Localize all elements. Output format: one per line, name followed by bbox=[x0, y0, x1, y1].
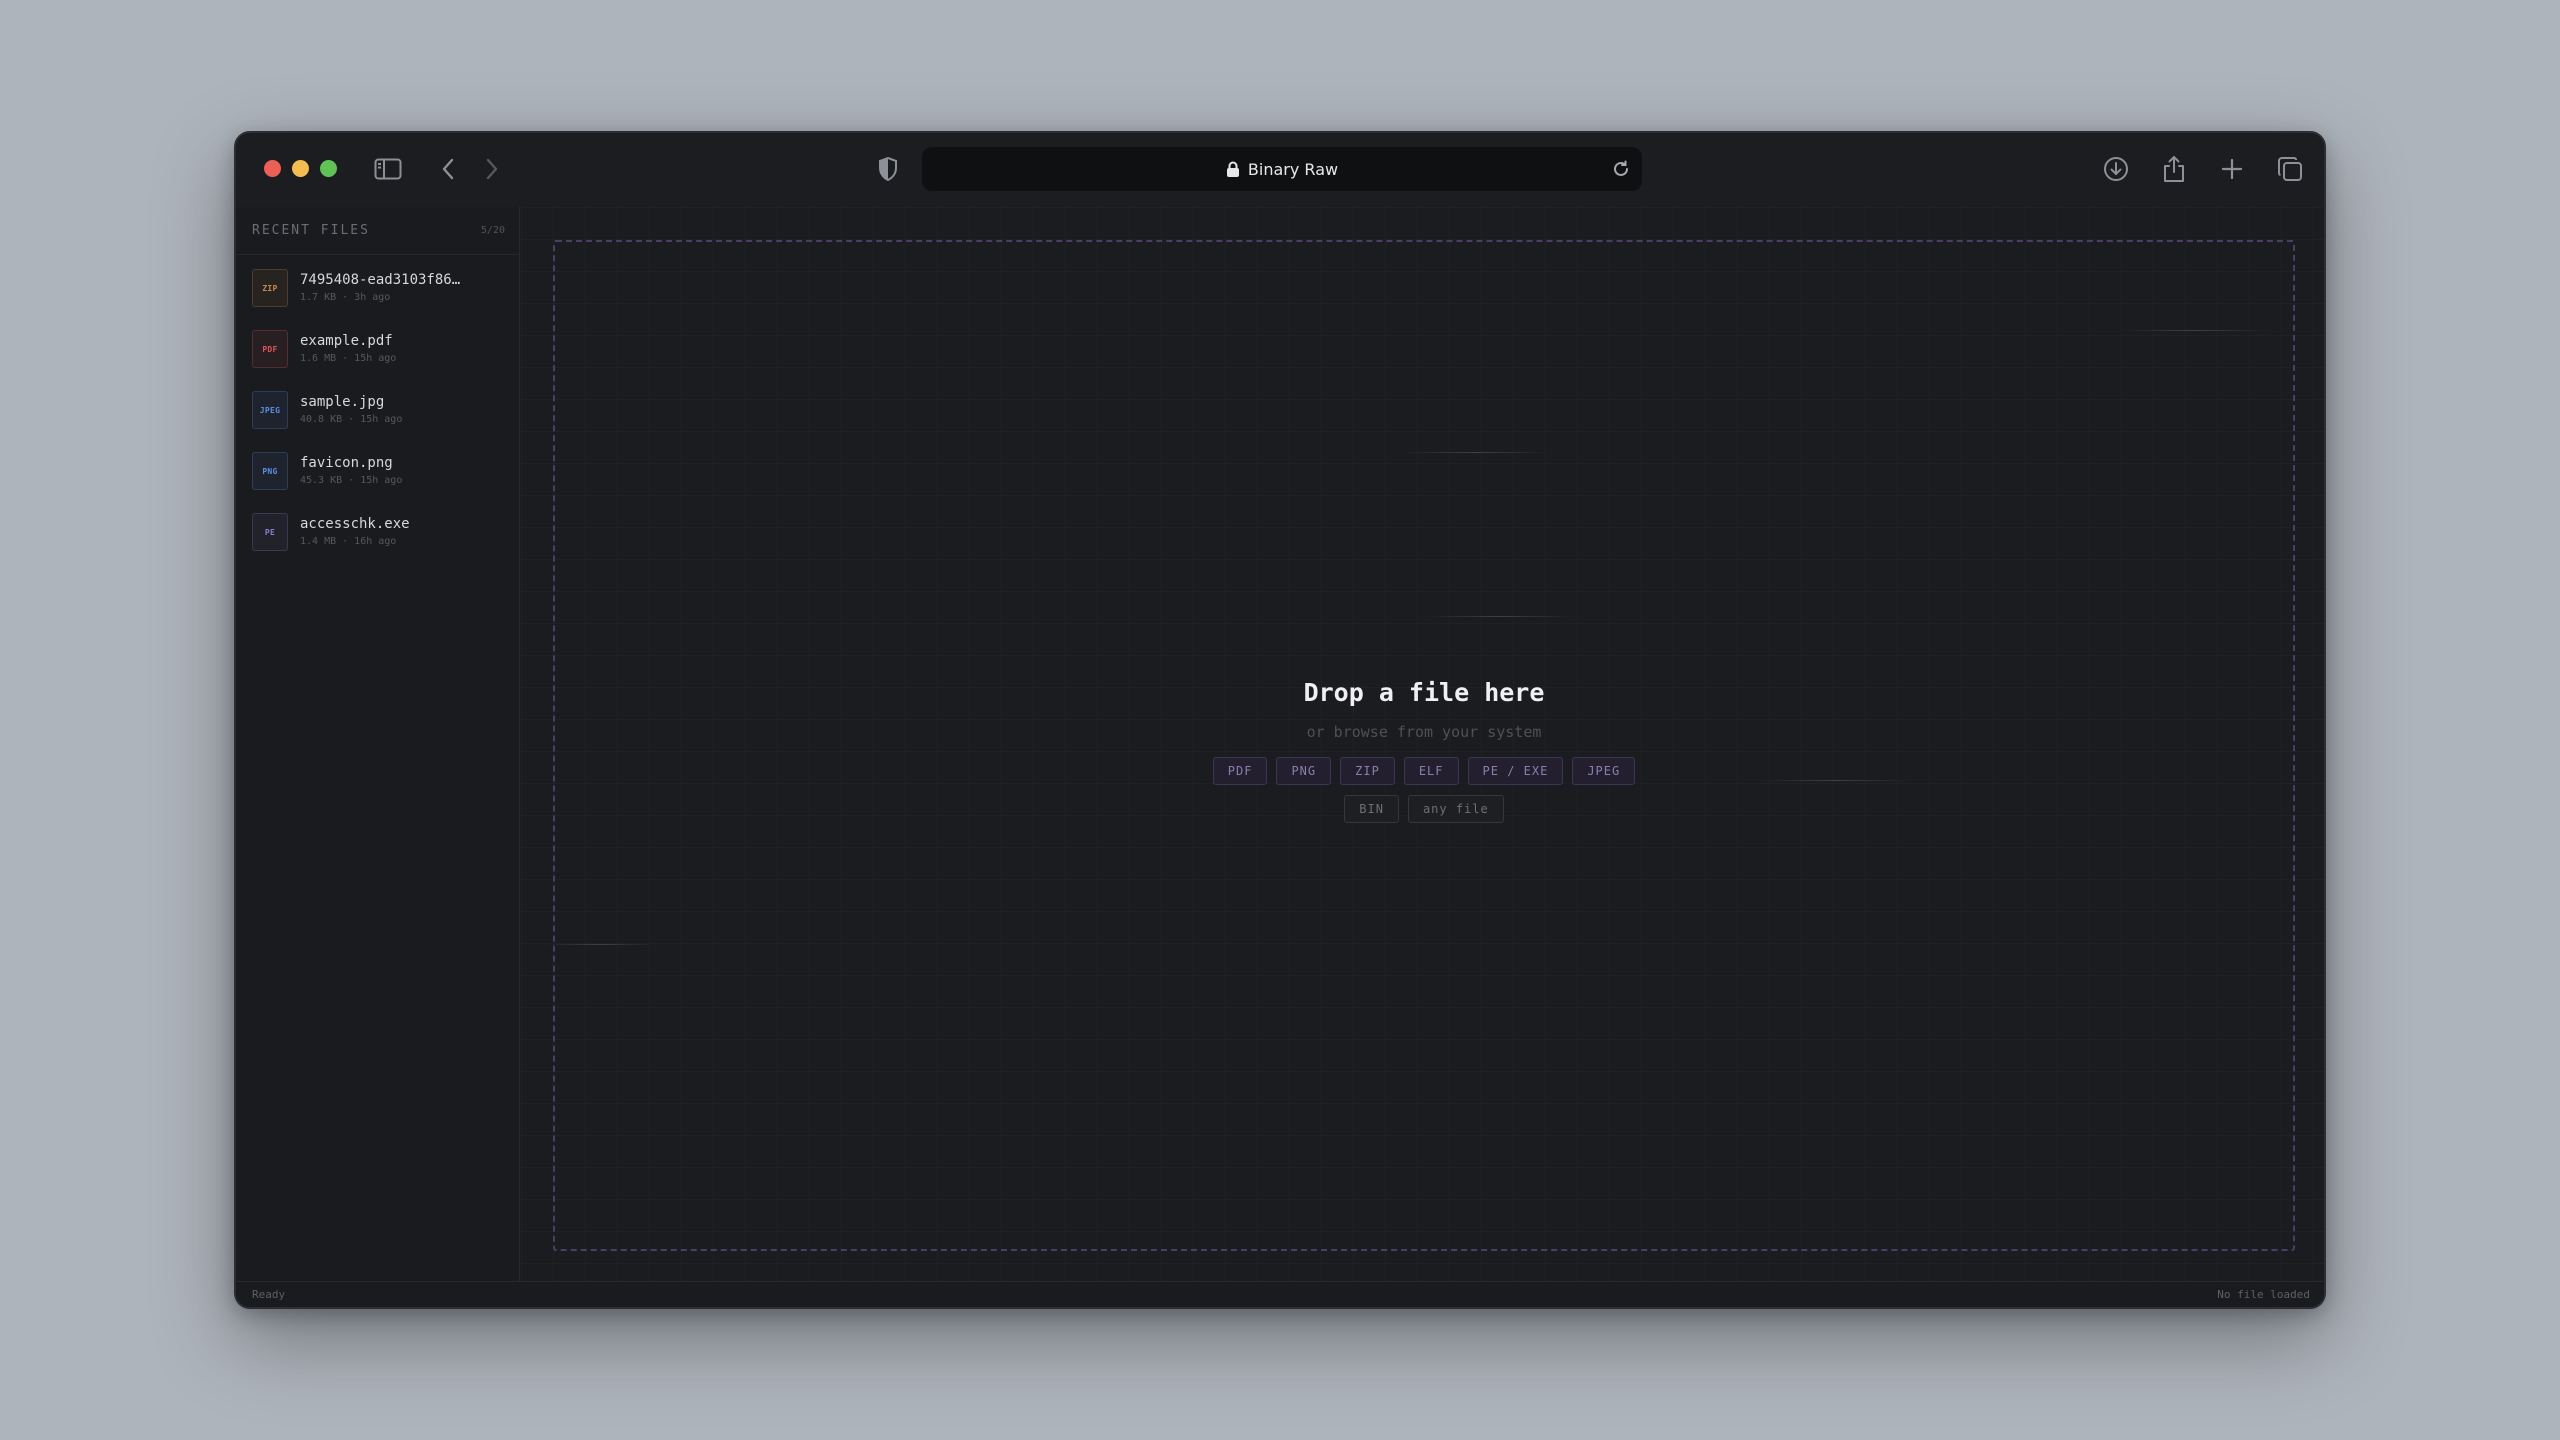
shield-icon[interactable] bbox=[872, 153, 904, 185]
sidebar-header: RECENT FILES 5/20 bbox=[236, 207, 519, 255]
dropzone-content: Drop a file here or browse from your sys… bbox=[555, 678, 2293, 823]
sidebar-title: RECENT FILES bbox=[252, 223, 370, 238]
format-chip: any file bbox=[1407, 795, 1504, 823]
decorative-streak bbox=[1425, 616, 1575, 617]
file-type-badge: PDF bbox=[252, 330, 288, 368]
file-name: 7495408-ead3103f86… bbox=[300, 272, 461, 288]
format-chip: PE / EXE bbox=[1467, 757, 1564, 785]
chevron-left-icon[interactable] bbox=[432, 153, 464, 185]
download-icon[interactable] bbox=[2100, 153, 2132, 185]
format-chip: ZIP bbox=[1340, 757, 1395, 785]
file-type-badge: PNG bbox=[252, 452, 288, 490]
file-text: example.pdf 1.6 MB · 15h ago bbox=[300, 330, 396, 364]
recent-file-item[interactable]: ZIP 7495408-ead3103f86… 1.7 KB · 3h ago bbox=[236, 269, 519, 330]
format-chips-row: BIN any file bbox=[1344, 795, 1504, 823]
file-text: accesschk.exe 1.4 MB · 16h ago bbox=[300, 513, 410, 547]
file-name: example.pdf bbox=[300, 333, 393, 349]
zoom-window-button[interactable] bbox=[320, 160, 337, 177]
recent-files-count: 5/20 bbox=[480, 225, 505, 236]
file-text: favicon.png 45.3 KB · 15h ago bbox=[300, 452, 402, 486]
file-name: sample.jpg bbox=[300, 394, 385, 410]
file-dropzone[interactable]: Drop a file here or browse from your sys… bbox=[545, 240, 2295, 1251]
recent-file-item[interactable]: PNG favicon.png 45.3 KB · 15h ago bbox=[236, 452, 519, 513]
sidebar-toggle-icon[interactable] bbox=[372, 153, 404, 185]
decorative-streak bbox=[2120, 330, 2270, 331]
browser-window: Binary Raw RECENT FILES 5/20 ZIP 7495408-… bbox=[234, 131, 2326, 1309]
format-chip: PDF bbox=[1212, 757, 1268, 785]
browser-toolbar: Binary Raw bbox=[236, 133, 2324, 207]
file-text: 7495408-ead3103f86… 1.7 KB · 3h ago bbox=[300, 269, 460, 303]
chevron-right-icon[interactable] bbox=[476, 153, 508, 185]
reload-icon[interactable] bbox=[1610, 158, 1632, 180]
file-meta: 1.7 KB · 3h ago bbox=[300, 292, 391, 303]
file-type-badge: PE bbox=[252, 513, 288, 551]
file-text: sample.jpg 40.8 KB · 15h ago bbox=[300, 391, 402, 425]
close-window-button[interactable] bbox=[264, 160, 281, 177]
recent-files-sidebar: RECENT FILES 5/20 ZIP 7495408-ead3103f86…… bbox=[236, 207, 520, 1281]
format-chips-row: PDF PNG ZIP ELF PE / EXE JPEG bbox=[1212, 757, 1636, 785]
plus-icon[interactable] bbox=[2216, 153, 2248, 185]
file-type-badge: JPEG bbox=[252, 391, 288, 429]
tabs-overview-icon[interactable] bbox=[2274, 153, 2306, 185]
recent-files-list: ZIP 7495408-ead3103f86… 1.7 KB · 3h ago PDF… bbox=[236, 255, 519, 574]
format-chip: PNG bbox=[1276, 757, 1332, 785]
file-meta: 1.6 MB · 15h ago bbox=[300, 353, 397, 364]
recent-file-item[interactable]: PE accesschk.exe 1.4 MB · 16h ago bbox=[236, 513, 519, 574]
status-left: Ready bbox=[252, 1288, 286, 1301]
file-type-badge: ZIP bbox=[252, 269, 288, 307]
recent-file-item[interactable]: PDF example.pdf 1.6 MB · 15h ago bbox=[236, 330, 519, 391]
decorative-streak bbox=[545, 944, 655, 945]
main-workspace: Drop a file here or browse from your sys… bbox=[521, 207, 2324, 1281]
file-meta: 45.3 KB · 15h ago bbox=[300, 475, 403, 486]
format-chip: JPEG bbox=[1572, 757, 1636, 785]
recent-file-item[interactable]: JPEG sample.jpg 40.8 KB · 15h ago bbox=[236, 391, 519, 452]
file-meta: 40.8 KB · 15h ago bbox=[300, 414, 403, 425]
lock-icon bbox=[1226, 161, 1240, 177]
dropzone-title: Drop a file here bbox=[1303, 678, 1545, 707]
format-chip: ELF bbox=[1403, 757, 1459, 785]
address-bar[interactable]: Binary Raw bbox=[922, 147, 1642, 191]
file-meta: 1.4 MB · 16h ago bbox=[300, 536, 397, 547]
status-right: No file loaded bbox=[2217, 1288, 2310, 1301]
browse-link[interactable]: or browse from your system bbox=[1307, 723, 1542, 741]
status-bar: Ready No file loaded bbox=[236, 1281, 2324, 1307]
file-name: accesschk.exe bbox=[300, 516, 410, 532]
share-icon[interactable] bbox=[2158, 153, 2190, 185]
format-chip: BIN bbox=[1344, 795, 1399, 823]
minimize-window-button[interactable] bbox=[292, 160, 309, 177]
file-name: favicon.png bbox=[300, 455, 393, 471]
decorative-streak bbox=[1400, 452, 1550, 453]
address-title: Binary Raw bbox=[1247, 159, 1339, 179]
